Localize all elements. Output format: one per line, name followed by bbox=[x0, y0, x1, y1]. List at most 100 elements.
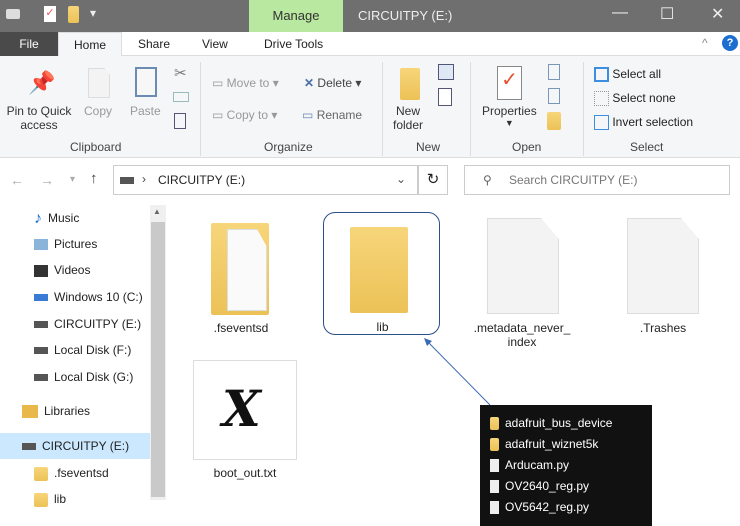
paste-icon bbox=[135, 67, 157, 97]
document-icon bbox=[227, 229, 267, 311]
select-all-icon bbox=[594, 67, 609, 83]
x-thumbnail-icon: X bbox=[222, 379, 261, 438]
copy-to-button[interactable]: ▭ Copy to ▾ bbox=[212, 108, 277, 122]
recent-locations-button[interactable]: ▾ bbox=[70, 174, 75, 185]
folder-icon bbox=[34, 466, 48, 481]
customize-toolbar-icon[interactable]: ▾ bbox=[90, 6, 96, 20]
back-button[interactable]: ← bbox=[10, 172, 24, 188]
new-folder-icon bbox=[400, 68, 420, 100]
search-input[interactable]: ⚲ Search CIRCUITPY (E:) bbox=[464, 165, 730, 195]
maximize-button[interactable]: ☐ bbox=[660, 4, 674, 24]
paste-shortcut-icon[interactable] bbox=[174, 113, 186, 129]
file-label: .fseventsd bbox=[213, 321, 269, 335]
file-item-lib[interactable]: lib bbox=[323, 212, 440, 335]
popup-item: OV2640_reg.py bbox=[490, 476, 652, 497]
address-dropdown-icon[interactable]: ⌄ bbox=[396, 172, 406, 186]
folder-icon bbox=[490, 438, 499, 452]
pin-to-quick-access-button[interactable]: Pin to Quick access bbox=[2, 104, 76, 132]
delete-button[interactable]: ✕ Delete ▾ bbox=[304, 76, 361, 90]
popup-item-label: adafruit_wiznet5k bbox=[505, 437, 599, 451]
music-icon: ♪ bbox=[34, 209, 42, 227]
file-item-boot-out[interactable]: X bbox=[193, 360, 297, 460]
tab-home[interactable]: Home bbox=[58, 32, 122, 57]
open-icon[interactable] bbox=[548, 64, 560, 80]
easy-access-icon[interactable] bbox=[438, 88, 452, 106]
copy-path-icon[interactable] bbox=[173, 92, 189, 102]
properties-icon: ✓ bbox=[497, 66, 522, 100]
file-item-fseventsd[interactable] bbox=[205, 215, 277, 325]
file-label: lib bbox=[376, 320, 389, 334]
collapse-ribbon-icon[interactable]: ^ bbox=[702, 36, 708, 50]
up-button[interactable]: ↑ bbox=[90, 170, 98, 187]
nav-label: Pictures bbox=[54, 237, 98, 251]
new-folder-label: New bbox=[396, 104, 421, 118]
nav-label: CIRCUITPY (E:) bbox=[54, 317, 142, 331]
scroll-up-icon[interactable]: ▲ bbox=[153, 207, 161, 216]
nav-label: Windows 10 (C:) bbox=[54, 290, 143, 304]
lib-contents-popup: adafruit_bus_device adafruit_wiznet5k Ar… bbox=[480, 405, 652, 526]
organize-group-label: Organize bbox=[264, 140, 313, 154]
tab-share[interactable]: Share bbox=[128, 32, 180, 56]
breadcrumb-circuitpy[interactable]: CIRCUITPY (E:) bbox=[158, 173, 245, 187]
refresh-button[interactable]: ↻ bbox=[418, 165, 448, 195]
delete-label: Delete bbox=[317, 76, 353, 90]
new-folder-label-2: folder bbox=[393, 118, 424, 132]
close-button[interactable]: ✕ bbox=[711, 4, 724, 24]
cut-icon[interactable]: ✂ bbox=[174, 64, 187, 82]
paste-button[interactable]: Paste bbox=[130, 104, 161, 118]
manage-tab[interactable]: Manage bbox=[249, 0, 343, 32]
move-to-label: Move to bbox=[226, 76, 270, 90]
file-label: .Trashes bbox=[639, 321, 687, 335]
search-icon: ⚲ bbox=[483, 173, 492, 187]
history-icon[interactable] bbox=[547, 112, 561, 130]
properties-quick-icon[interactable]: ✓ bbox=[44, 6, 56, 22]
nav-label: lib bbox=[54, 492, 67, 506]
minimize-button[interactable]: — bbox=[612, 4, 628, 22]
select-none-icon bbox=[594, 91, 609, 107]
tab-file[interactable]: File bbox=[0, 32, 58, 56]
file-item-metadata[interactable] bbox=[487, 218, 559, 314]
popup-item: Arducam.py bbox=[490, 455, 652, 476]
scrollbar-thumb[interactable] bbox=[151, 222, 165, 497]
tab-drive-tools[interactable]: Drive Tools bbox=[254, 32, 333, 56]
select-all-label: Select all bbox=[612, 67, 662, 81]
tab-view[interactable]: View bbox=[192, 32, 238, 56]
clipboard-group-label: Clipboard bbox=[70, 140, 122, 154]
nav-label: .fseventsd bbox=[54, 466, 109, 480]
search-placeholder: Search CIRCUITPY (E:) bbox=[509, 173, 638, 187]
invert-selection-button[interactable]: Invert selection bbox=[594, 115, 693, 131]
popup-item-label: OV5642_reg.py bbox=[505, 500, 590, 514]
file-icon bbox=[490, 501, 499, 515]
separator bbox=[470, 62, 471, 156]
videos-icon bbox=[34, 264, 48, 277]
separator bbox=[200, 62, 201, 156]
breadcrumb-separator: › bbox=[142, 172, 146, 186]
copy-button[interactable]: Copy bbox=[84, 104, 112, 118]
drive-icon bbox=[34, 321, 48, 329]
nav-label: Music bbox=[48, 211, 80, 225]
file-icon bbox=[490, 459, 499, 473]
delete-icon: ✕ bbox=[304, 76, 315, 90]
edit-icon[interactable] bbox=[548, 88, 560, 104]
select-none-button[interactable]: Select none bbox=[594, 91, 676, 107]
select-all-button[interactable]: Select all bbox=[594, 67, 662, 83]
drive-icon bbox=[6, 9, 20, 19]
properties-dropdown-icon: ▼ bbox=[504, 118, 514, 128]
new-folder-quick-icon[interactable] bbox=[68, 6, 79, 23]
popup-item-label: adafruit_bus_device bbox=[505, 416, 613, 430]
folder-icon bbox=[34, 492, 48, 507]
properties-button[interactable]: Properties ▼ bbox=[482, 104, 537, 128]
new-folder-button[interactable]: New folder bbox=[393, 104, 423, 132]
address-bar[interactable]: › CIRCUITPY (E:) ⌄ bbox=[113, 165, 418, 195]
forward-button[interactable]: → bbox=[40, 172, 54, 188]
file-item-trashes[interactable] bbox=[627, 218, 699, 314]
rename-button[interactable]: ▭ Rename bbox=[302, 108, 362, 122]
nav-circuitpy-selected[interactable]: CIRCUITPY (E:) bbox=[0, 433, 150, 459]
help-icon[interactable]: ? bbox=[722, 35, 738, 51]
move-to-button[interactable]: ▭ Move to ▾ bbox=[212, 76, 279, 90]
folder-icon bbox=[490, 417, 499, 431]
file-label: boot_out.txt bbox=[213, 466, 277, 480]
nav-label: Local Disk (G:) bbox=[54, 370, 134, 384]
separator bbox=[382, 62, 383, 156]
new-item-icon[interactable] bbox=[438, 64, 454, 80]
